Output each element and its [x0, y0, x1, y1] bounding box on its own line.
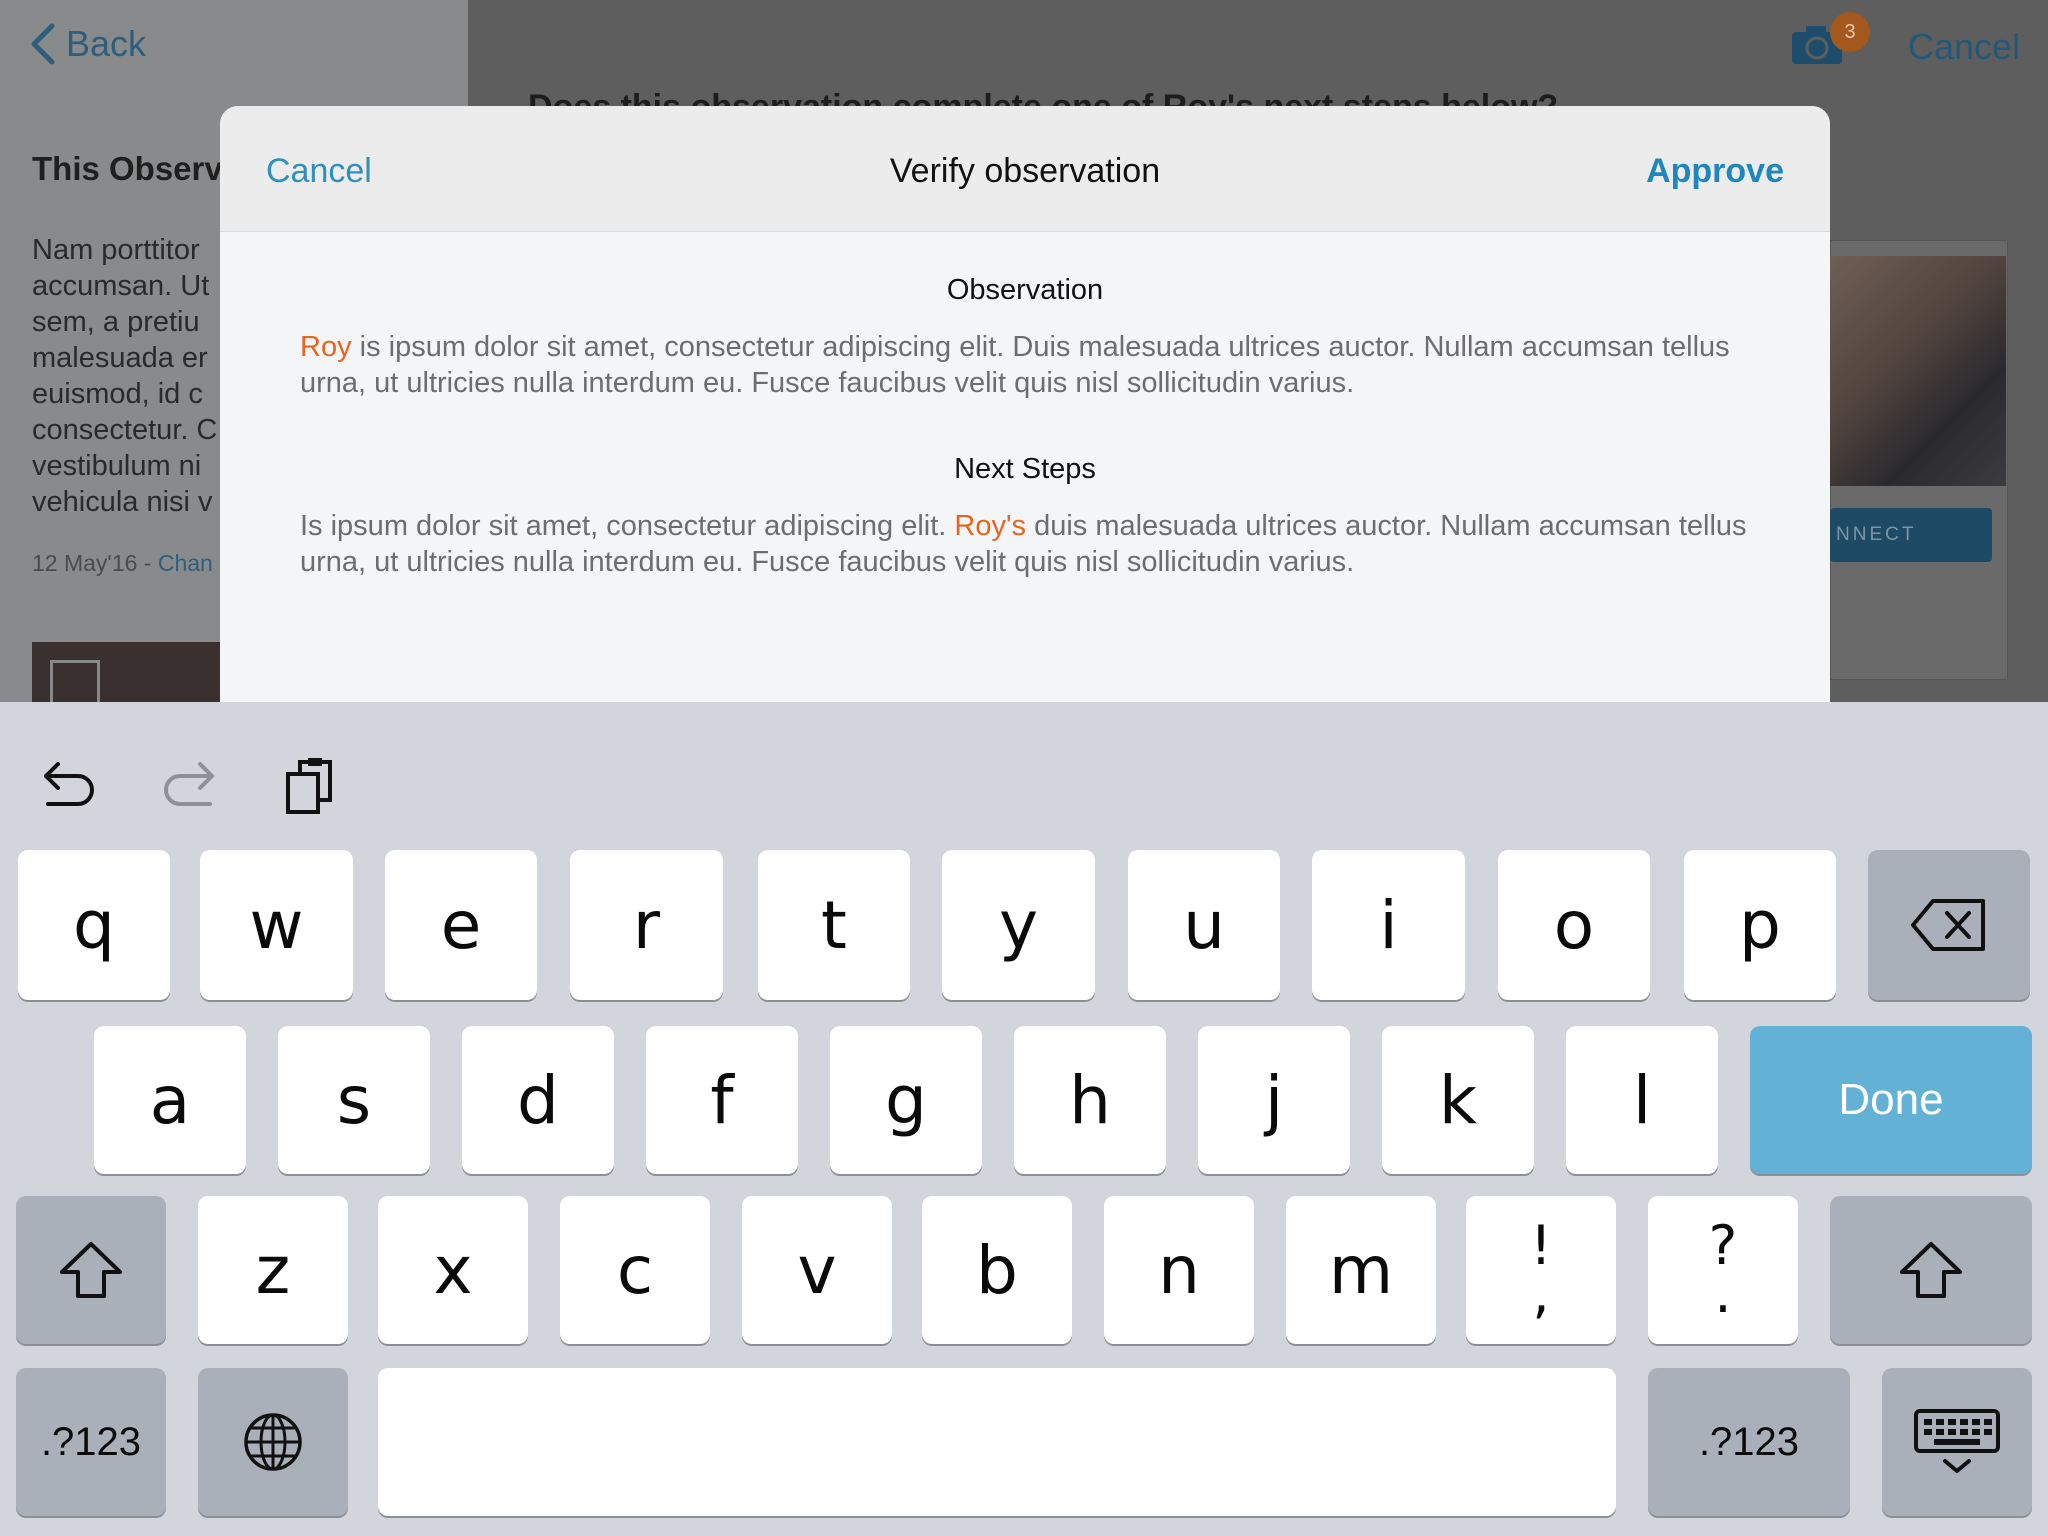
key-k[interactable]: k: [1382, 1026, 1534, 1174]
back-label: Back: [66, 23, 147, 64]
child-name-possessive: Roy's: [954, 510, 1027, 542]
verify-observation-modal: Cancel Verify observation Approve Observ…: [220, 106, 1830, 702]
shift-key-right[interactable]: [1830, 1196, 2032, 1344]
key-b[interactable]: b: [922, 1196, 1072, 1344]
backspace-key[interactable]: [1868, 850, 2030, 1000]
back-button[interactable]: Back: [30, 22, 146, 66]
photo-count-badge: 3: [1830, 12, 1870, 52]
observation-text: Roy is ipsum dolor sit amet, consectetur…: [300, 329, 1750, 401]
shift-key-left[interactable]: [16, 1196, 166, 1344]
key-v[interactable]: v: [742, 1196, 892, 1344]
numbers-key-right[interactable]: .?123: [1648, 1368, 1850, 1516]
key-m[interactable]: m: [1286, 1196, 1436, 1344]
date-text: 12 May'16: [32, 550, 138, 576]
modal-title: Verify observation: [889, 152, 1161, 190]
observation-heading: Observation: [946, 274, 1104, 306]
key-punct2-bottom: .: [1714, 1262, 1732, 1325]
key-a[interactable]: a: [94, 1026, 246, 1174]
numbers-key-left[interactable]: .?123: [16, 1368, 166, 1516]
space-bar[interactable]: [378, 1368, 1616, 1516]
undo-icon: [44, 762, 94, 806]
key-y[interactable]: y: [942, 850, 1095, 1000]
key-i[interactable]: i: [1312, 850, 1465, 1000]
backspace-icon: [1911, 899, 1985, 951]
modal-body: Observation Roy is ipsum dolor sit amet,…: [220, 232, 1830, 580]
key-f[interactable]: f: [646, 1026, 798, 1174]
paste-button[interactable]: [280, 754, 344, 818]
dismiss-keyboard-key[interactable]: [1882, 1368, 2032, 1516]
date-separator: -: [137, 550, 158, 576]
redo-icon: [164, 762, 214, 806]
key-punct1-bottom: ,: [1532, 1262, 1550, 1325]
key-r[interactable]: r: [570, 850, 723, 1000]
done-key[interactable]: Done: [1750, 1026, 2032, 1174]
key-n[interactable]: n: [1104, 1196, 1254, 1344]
author-link[interactable]: Chan: [158, 550, 213, 576]
key-p[interactable]: p: [1684, 850, 1836, 1000]
globe-key[interactable]: [198, 1368, 348, 1516]
child-photo: [1830, 256, 2006, 486]
video-thumbnail[interactable]: [32, 642, 222, 702]
key-d[interactable]: d: [462, 1026, 614, 1174]
next-steps-heading: Next Steps: [954, 453, 1096, 485]
key-l[interactable]: l: [1566, 1026, 1718, 1174]
keyboard-dismiss-icon: [1914, 1409, 2000, 1473]
key-e[interactable]: e: [385, 850, 537, 1000]
modal-header: Cancel Verify observation Approve: [220, 106, 1830, 232]
onscreen-keyboard: q w e r t y u i o p a s d f g h j k l Do…: [0, 702, 2048, 1536]
key-g[interactable]: g: [830, 1026, 982, 1174]
key-z[interactable]: z: [198, 1196, 348, 1344]
key-exclamation-comma[interactable]: !,: [1466, 1196, 1616, 1344]
key-question-period[interactable]: ?.: [1648, 1196, 1798, 1344]
shift-icon: [1900, 1242, 1962, 1298]
connect-button[interactable]: NNECT: [1830, 508, 1992, 562]
film-icon: [50, 660, 100, 702]
key-c[interactable]: c: [560, 1196, 710, 1344]
globe-icon: [244, 1413, 302, 1471]
key-w[interactable]: w: [200, 850, 353, 1000]
key-o[interactable]: o: [1498, 850, 1650, 1000]
chevron-left-icon: [31, 23, 55, 65]
key-q[interactable]: q: [18, 850, 170, 1000]
next-steps-text: Is ipsum dolor sit amet, consectetur adi…: [300, 508, 1750, 580]
shift-icon: [60, 1242, 122, 1298]
next-steps-body-start: Is ipsum dolor sit amet, consectetur adi…: [300, 510, 955, 542]
background-cancel-button[interactable]: Cancel: [1908, 26, 2020, 68]
key-h[interactable]: h: [1014, 1026, 1166, 1174]
background-section-title: This Observ: [32, 150, 223, 187]
key-j[interactable]: j: [1198, 1026, 1350, 1174]
background-date: 12 May'16 - Chan: [32, 550, 213, 577]
key-t[interactable]: t: [758, 850, 910, 1000]
key-u[interactable]: u: [1128, 850, 1280, 1000]
clipboard-icon: [286, 758, 332, 814]
key-s[interactable]: s: [278, 1026, 430, 1174]
child-name: Roy: [300, 331, 352, 363]
key-x[interactable]: x: [378, 1196, 528, 1344]
undo-button[interactable]: [36, 754, 100, 818]
approve-button[interactable]: Approve: [1646, 152, 1784, 191]
observation-body: is ipsum dolor sit amet, consectetur adi…: [300, 331, 1730, 399]
redo-button[interactable]: [158, 754, 222, 818]
